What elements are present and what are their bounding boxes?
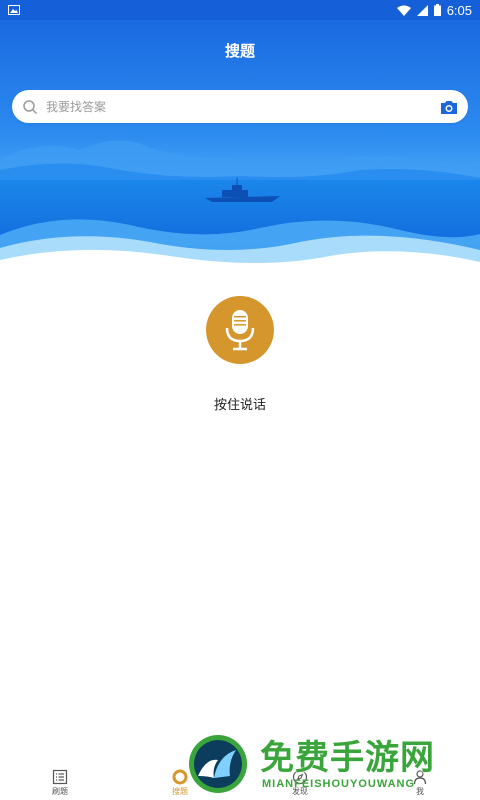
tab-discover[interactable]: 发现 [240, 766, 360, 800]
tab-practice-label: 刷题 [52, 787, 68, 796]
bottom-nav: 刷题 搜题 发现 我 [0, 766, 480, 800]
image-icon [8, 5, 20, 15]
status-bar: 6:05 [0, 0, 480, 20]
header-banner: 搜题 [0, 20, 480, 280]
tab-practice[interactable]: 刷题 [0, 766, 120, 800]
compass-icon [292, 769, 308, 785]
search-icon [23, 99, 38, 114]
battery-icon [433, 4, 441, 16]
search-input[interactable] [46, 99, 434, 114]
search-bar[interactable] [12, 90, 468, 123]
signal-icon [416, 4, 428, 16]
tab-me-label: 我 [416, 787, 424, 796]
person-icon [413, 770, 427, 785]
search-circle-icon [172, 769, 188, 785]
voice-input-button[interactable] [206, 296, 274, 364]
tab-search[interactable]: 搜题 [120, 766, 240, 800]
tab-discover-label: 发现 [292, 787, 308, 796]
page-title: 搜题 [224, 42, 255, 60]
voice-hint-label: 按住说话 [213, 398, 266, 413]
camera-icon[interactable] [440, 99, 458, 115]
tab-me[interactable]: 我 [360, 766, 480, 800]
list-icon [52, 769, 68, 785]
tab-search-label: 搜题 [172, 787, 188, 796]
microphone-icon [225, 310, 255, 351]
status-time: 6:05 [446, 2, 472, 18]
wifi-icon [396, 5, 411, 16]
